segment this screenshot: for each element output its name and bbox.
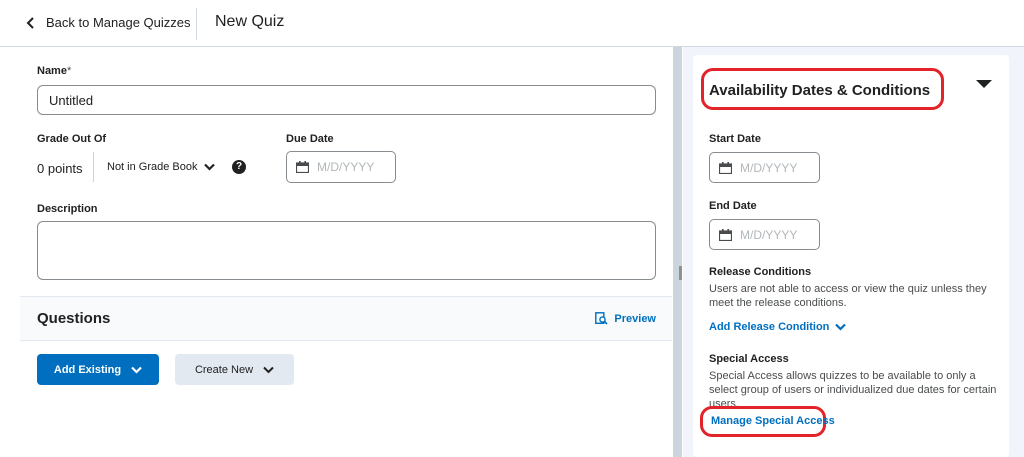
- special-access-text: Special Access allows quizzes to be avai…: [709, 370, 997, 410]
- start-date-input[interactable]: M/D/YYYY: [709, 152, 820, 183]
- description-input[interactable]: [37, 221, 656, 280]
- release-conditions-label: Release Conditions: [709, 266, 812, 278]
- chevron-down-icon: [263, 366, 274, 373]
- release-conditions-text: Users are not able to access or view the…: [709, 283, 987, 309]
- grade-book-label: Not in Grade Book: [107, 161, 198, 173]
- grade-out-of-label: Grade Out Of: [37, 133, 107, 145]
- calendar-icon: [719, 228, 732, 241]
- preview-link[interactable]: Preview: [595, 312, 656, 325]
- panel-splitter[interactable]: [673, 47, 682, 457]
- create-new-button[interactable]: Create New: [175, 354, 294, 385]
- availability-card: Availability Dates & Conditions Start Da…: [693, 55, 1009, 457]
- grade-points-input[interactable]: 0 points: [37, 161, 83, 176]
- chevron-down-icon: [203, 163, 215, 171]
- create-new-label: Create New: [194, 363, 254, 376]
- add-existing-button[interactable]: Add Existing: [37, 354, 159, 385]
- top-bar: Back to Manage Quizzes New Quiz: [0, 0, 1024, 47]
- start-date-label: Start Date: [709, 133, 761, 145]
- start-date-placeholder: M/D/YYYY: [740, 160, 798, 175]
- add-release-condition-label: Add Release Condition: [709, 321, 830, 333]
- back-link-label: Back to Manage Quizzes: [46, 15, 191, 30]
- chevron-down-icon: [835, 323, 847, 331]
- calendar-icon: [719, 161, 732, 174]
- due-date-input[interactable]: M/D/YYYY: [286, 151, 396, 183]
- description-label: Description: [37, 203, 98, 215]
- back-to-manage-quizzes-link[interactable]: Back to Manage Quizzes: [26, 15, 191, 30]
- preview-label: Preview: [614, 312, 656, 325]
- help-icon[interactable]: ?: [232, 160, 246, 174]
- splitter-grip[interactable]: [679, 266, 682, 280]
- page-title: New Quiz: [215, 13, 285, 30]
- special-access-label: Special Access: [709, 353, 789, 365]
- add-existing-label: Add Existing: [53, 363, 122, 376]
- preview-icon: [595, 312, 608, 325]
- end-date-label: End Date: [709, 200, 757, 212]
- name-input-value: Untitled: [49, 92, 94, 108]
- name-label: Name*: [37, 65, 72, 77]
- chevron-down-icon: [131, 366, 142, 374]
- due-date-label: Due Date: [286, 133, 334, 145]
- questions-header: Questions Preview: [20, 296, 672, 341]
- grade-book-dropdown[interactable]: Not in Grade Book: [107, 161, 215, 173]
- grade-divider: [93, 152, 94, 182]
- quiz-form-panel: Name* Untitled Grade Out Of 0 points Not…: [20, 48, 672, 457]
- manage-special-access-link[interactable]: Manage Special Access: [711, 415, 835, 427]
- chevron-left-icon: [26, 16, 34, 29]
- name-input[interactable]: Untitled: [37, 85, 656, 115]
- end-date-placeholder: M/D/YYYY: [740, 227, 798, 242]
- availability-title: Availability Dates & Conditions: [709, 82, 931, 99]
- questions-title: Questions: [37, 310, 111, 327]
- due-date-placeholder: M/D/YYYY: [317, 160, 375, 174]
- divider: [196, 8, 197, 40]
- end-date-input[interactable]: M/D/YYYY: [709, 219, 820, 250]
- calendar-icon: [296, 161, 309, 173]
- add-release-condition-link[interactable]: Add Release Condition: [709, 321, 847, 333]
- settings-panel: Availability Dates & Conditions Start Da…: [683, 47, 1024, 457]
- collapse-triangle-icon[interactable]: [976, 80, 992, 88]
- required-mark: *: [66, 65, 72, 77]
